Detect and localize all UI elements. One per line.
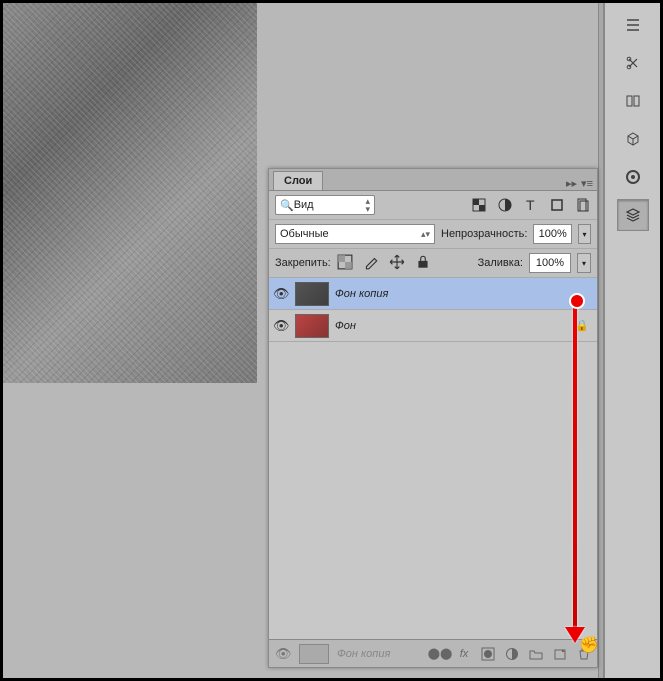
layer-name[interactable]: Фон копия bbox=[335, 288, 388, 300]
scissors-icon[interactable] bbox=[617, 47, 649, 79]
panel-footer: 👁 Фон копия ⬤⬤ fx bbox=[269, 639, 597, 667]
lock-indicator-icon: 🔒 bbox=[575, 319, 593, 332]
layers-panel: Слои ▸▸ ▾≡ 🔍 Вид ▴▾ T Обычные bbox=[268, 168, 598, 668]
fill-input[interactable]: 100% bbox=[529, 253, 571, 273]
tool-sidebar bbox=[604, 3, 660, 678]
color-wheel-icon[interactable] bbox=[617, 161, 649, 193]
filter-kind-select[interactable]: 🔍 Вид ▴▾ bbox=[275, 195, 375, 215]
link-layers-icon[interactable]: ⬤⬤ bbox=[433, 647, 447, 661]
annotation-arrow bbox=[573, 297, 577, 631]
collapse-icon[interactable]: ▸▸ bbox=[566, 177, 577, 190]
select-arrows-icon: ▴▾ bbox=[365, 197, 370, 213]
lock-all-icon[interactable] bbox=[415, 254, 431, 273]
search-icon: 🔍 bbox=[280, 199, 294, 212]
blend-mode-value: Обычные bbox=[280, 228, 329, 240]
lock-fill-row: Закрепить: Заливка: 100% ▾ bbox=[269, 249, 597, 278]
panel-tab-bar: Слои ▸▸ ▾≡ bbox=[269, 169, 597, 191]
filter-row: 🔍 Вид ▴▾ T bbox=[269, 191, 597, 220]
fx-icon[interactable]: fx bbox=[457, 647, 471, 661]
fill-dropdown[interactable]: ▾ bbox=[577, 253, 591, 273]
blend-mode-select[interactable]: Обычные ▴▾ bbox=[275, 224, 435, 244]
panel-menu-icon[interactable]: ▾≡ bbox=[581, 177, 593, 190]
lock-label: Закрепить: bbox=[275, 257, 331, 269]
menu-icon[interactable] bbox=[617, 9, 649, 41]
select-arrows-icon: ▴▾ bbox=[421, 229, 430, 240]
cube-icon[interactable] bbox=[617, 123, 649, 155]
document-canvas[interactable] bbox=[3, 3, 257, 383]
svg-text:T: T bbox=[526, 197, 535, 213]
opacity-input[interactable]: 100% bbox=[533, 224, 572, 244]
adjustment-layer-icon[interactable] bbox=[505, 647, 519, 661]
ghost-visibility-icon: 👁 bbox=[275, 646, 291, 662]
lock-brush-icon[interactable] bbox=[363, 254, 379, 273]
filter-kind-label: Вид bbox=[294, 199, 314, 211]
layer-row[interactable]: 👁 Фон 🔒 bbox=[269, 310, 597, 342]
fill-label: Заливка: bbox=[478, 257, 523, 269]
lock-transparent-icon[interactable] bbox=[337, 254, 353, 273]
ghost-layer-name: Фон копия bbox=[337, 648, 390, 660]
filter-adjustment-icon[interactable] bbox=[497, 197, 513, 213]
layer-name[interactable]: Фон bbox=[335, 320, 356, 332]
layer-thumbnail[interactable] bbox=[295, 282, 329, 306]
visibility-toggle[interactable]: 👁 bbox=[273, 318, 289, 334]
mask-icon[interactable] bbox=[481, 647, 495, 661]
cursor-icon: ✊ bbox=[579, 635, 599, 655]
canvas-area bbox=[3, 3, 263, 643]
filter-type-icon[interactable]: T bbox=[523, 197, 539, 213]
app-frame: Слои ▸▸ ▾≡ 🔍 Вид ▴▾ T Обычные bbox=[3, 3, 660, 678]
opacity-dropdown[interactable]: ▾ bbox=[578, 224, 591, 244]
layer-row[interactable]: 👁 Фон копия bbox=[269, 278, 597, 310]
filter-smart-icon[interactable] bbox=[575, 197, 591, 213]
layer-thumbnail[interactable] bbox=[295, 314, 329, 338]
ghost-thumbnail bbox=[299, 644, 329, 664]
visibility-toggle[interactable]: 👁 bbox=[273, 286, 289, 302]
filter-pixel-icon[interactable] bbox=[471, 197, 487, 213]
layers-icon[interactable] bbox=[617, 199, 649, 231]
lock-move-icon[interactable] bbox=[389, 254, 405, 273]
opacity-label: Непрозрачность: bbox=[441, 228, 527, 240]
blend-opacity-row: Обычные ▴▾ Непрозрачность: 100% ▾ bbox=[269, 220, 597, 249]
group-icon[interactable] bbox=[529, 647, 543, 661]
layer-list: 👁 Фон копия 👁 Фон 🔒 bbox=[269, 278, 597, 588]
filter-shape-icon[interactable] bbox=[549, 197, 565, 213]
tab-layers[interactable]: Слои bbox=[273, 171, 323, 190]
new-layer-icon[interactable] bbox=[553, 647, 567, 661]
panels-icon[interactable] bbox=[617, 85, 649, 117]
